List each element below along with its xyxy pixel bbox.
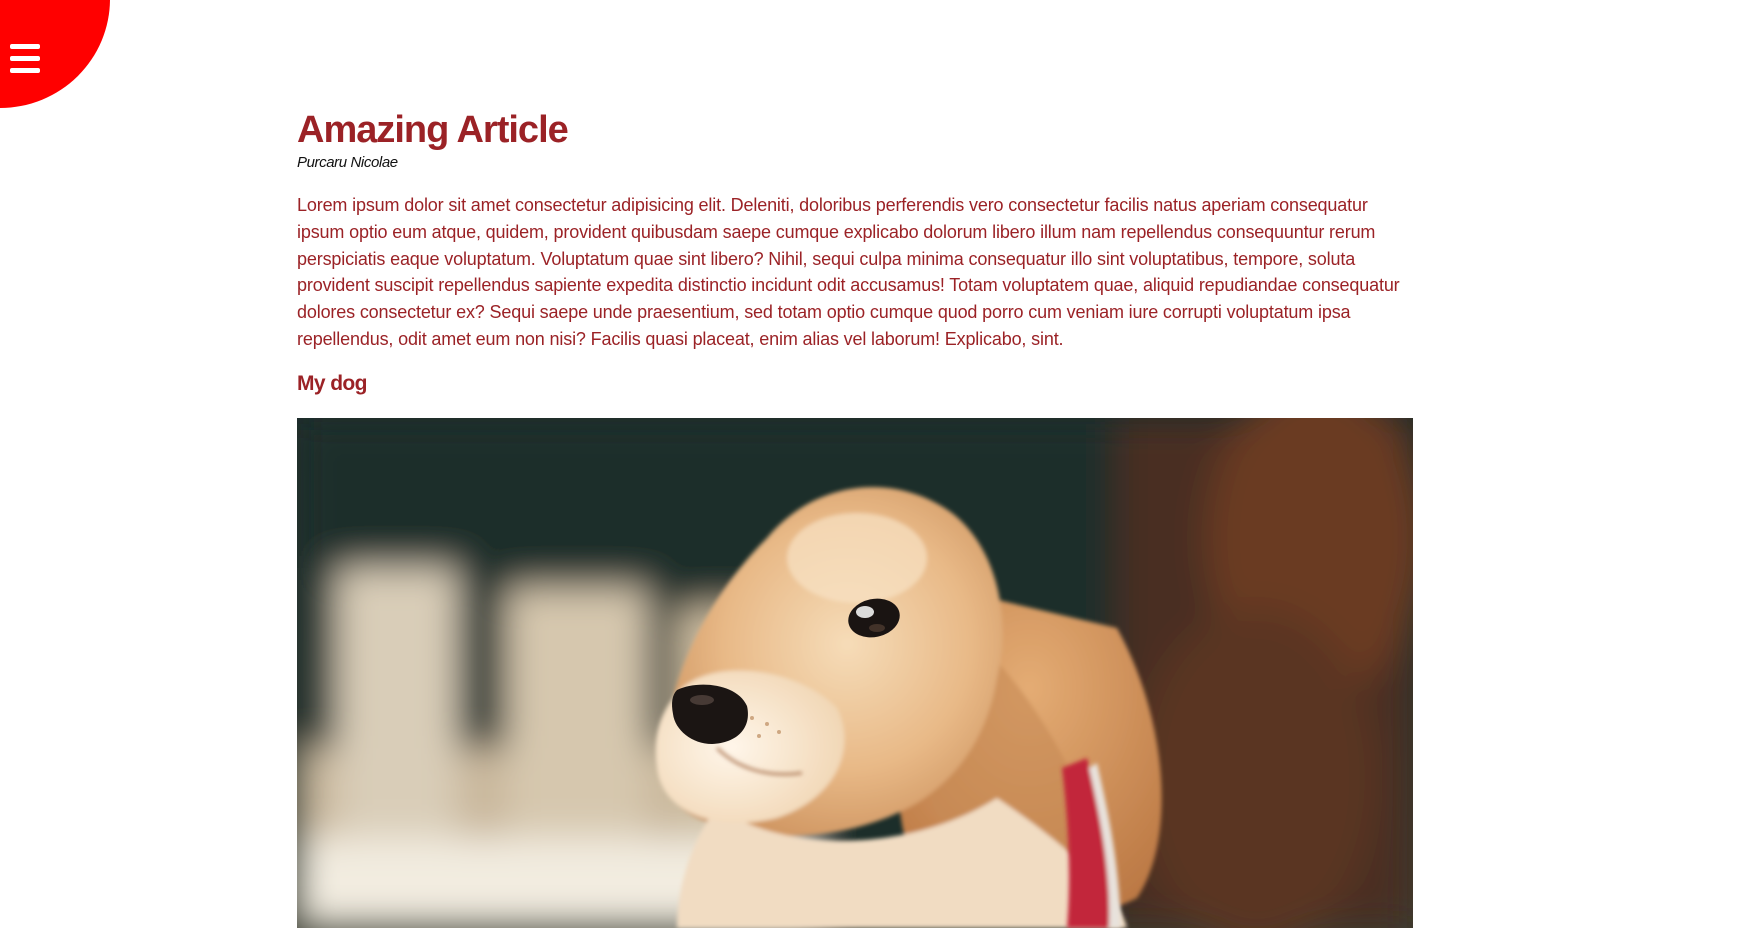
article-author: Purcaru Nicolae <box>297 154 398 171</box>
article-title: Amazing Article <box>297 109 569 151</box>
article-body: Lorem ipsum dolor sit amet consectetur a… <box>297 195 1400 349</box>
page: Amazing Article Purcaru Nicolae Lorem ip… <box>0 0 1757 928</box>
hamburger-menu-icon[interactable] <box>10 44 40 74</box>
section-heading: My dog <box>297 371 367 395</box>
article: Amazing Article Purcaru Nicolae Lorem ip… <box>297 108 1413 398</box>
dog-photo <box>297 418 1413 928</box>
